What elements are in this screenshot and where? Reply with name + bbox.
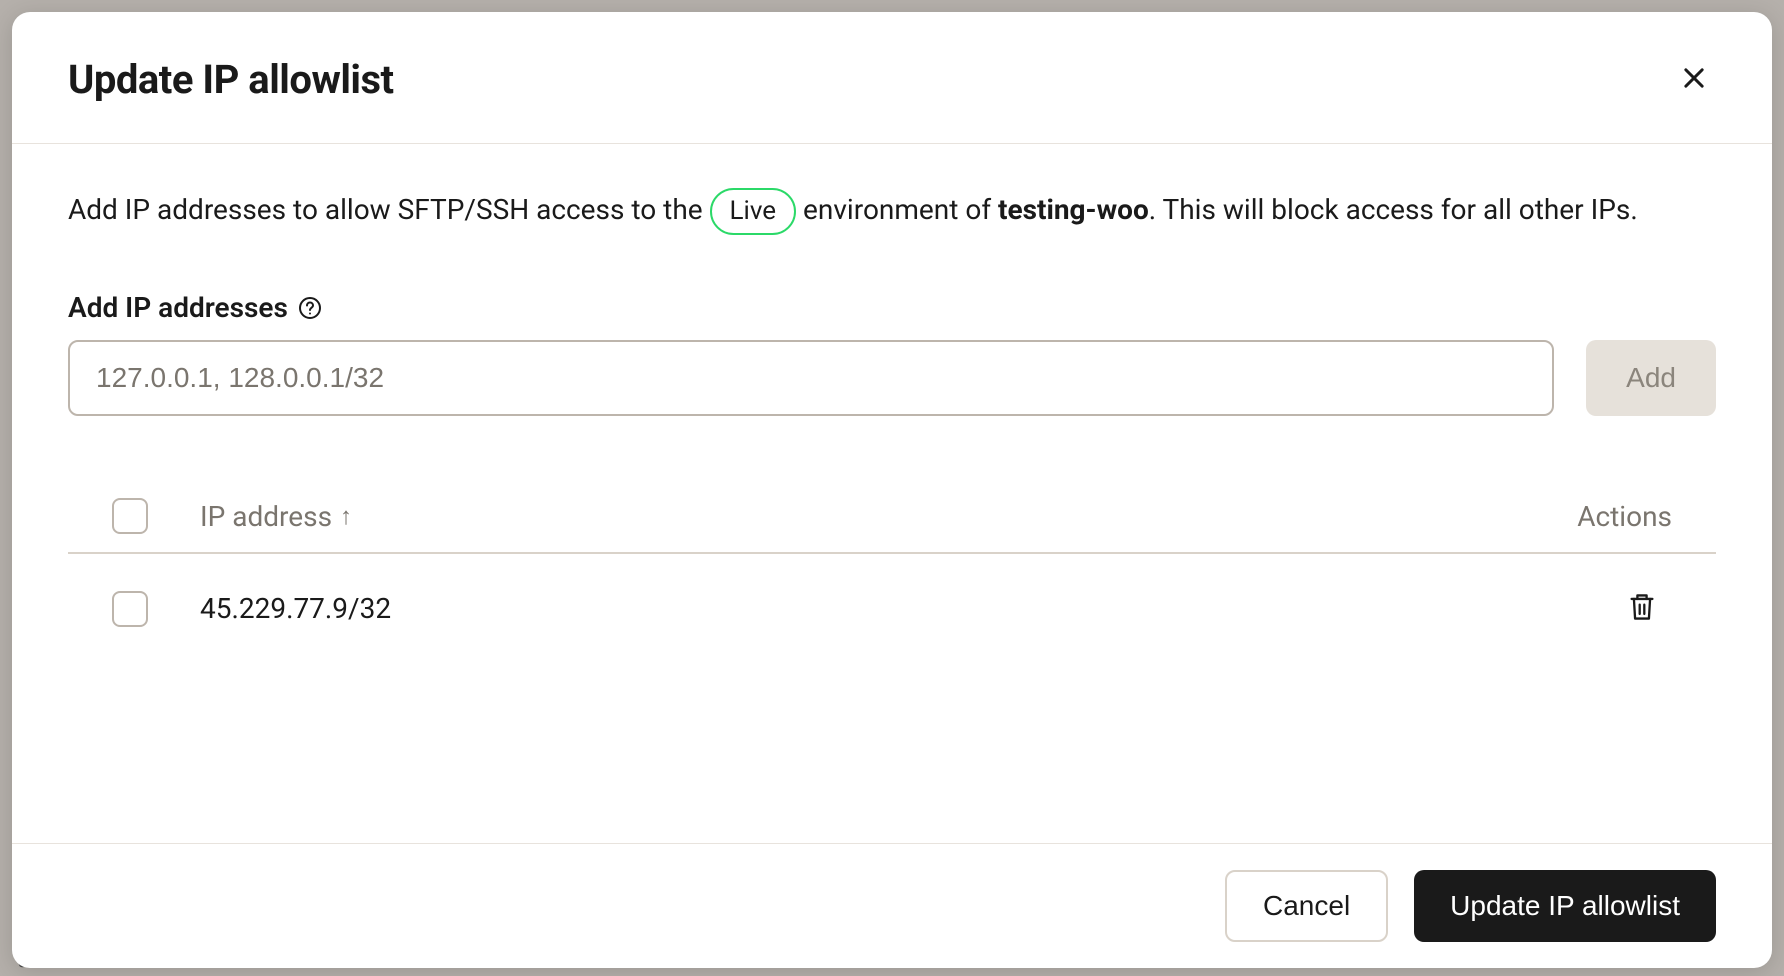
table-row: 45.229.77.9/32 [68,554,1716,663]
modal-description: Add IP addresses to allow SFTP/SSH acces… [68,188,1716,235]
ip-input-label: Add IP addresses [68,291,288,324]
ip-input-row: Add [68,340,1716,416]
description-suffix: . This will block access for all other I… [1149,193,1638,226]
add-button[interactable]: Add [1586,340,1716,416]
close-button[interactable] [1672,56,1716,103]
site-name: testing-woo [998,193,1149,226]
environment-badge: Live [710,188,797,235]
help-icon[interactable] [298,296,322,320]
ip-cell: 45.229.77.9/32 [200,592,1622,625]
modal-header: Update IP allowlist [12,12,1772,144]
description-prefix: Add IP addresses to allow SFTP/SSH acces… [68,193,710,226]
modal-title: Update IP allowlist [68,56,394,103]
close-icon [1680,64,1708,95]
ip-allowlist-modal: Update IP allowlist Add IP addresses to … [12,12,1772,968]
row-checkbox[interactable] [112,591,148,627]
description-mid: environment of [803,193,998,226]
cancel-button[interactable]: Cancel [1225,870,1388,942]
input-label-row: Add IP addresses [68,291,1716,324]
ip-table: IP address ↑ Actions 45.229.77.9/32 [68,480,1716,663]
select-all-checkbox[interactable] [112,498,148,534]
trash-icon [1628,592,1656,625]
ip-column-label: IP address [200,500,332,533]
actions-column-header: Actions [1577,500,1672,533]
sort-ascending-icon: ↑ [340,502,352,531]
modal-body: Add IP addresses to allow SFTP/SSH acces… [12,144,1772,843]
ip-address-input[interactable] [68,340,1554,416]
table-header: IP address ↑ Actions [68,480,1716,554]
submit-button[interactable]: Update IP allowlist [1414,870,1716,942]
modal-footer: Cancel Update IP allowlist [12,843,1772,968]
ip-column-header[interactable]: IP address ↑ [200,500,352,533]
delete-button[interactable] [1622,586,1662,631]
